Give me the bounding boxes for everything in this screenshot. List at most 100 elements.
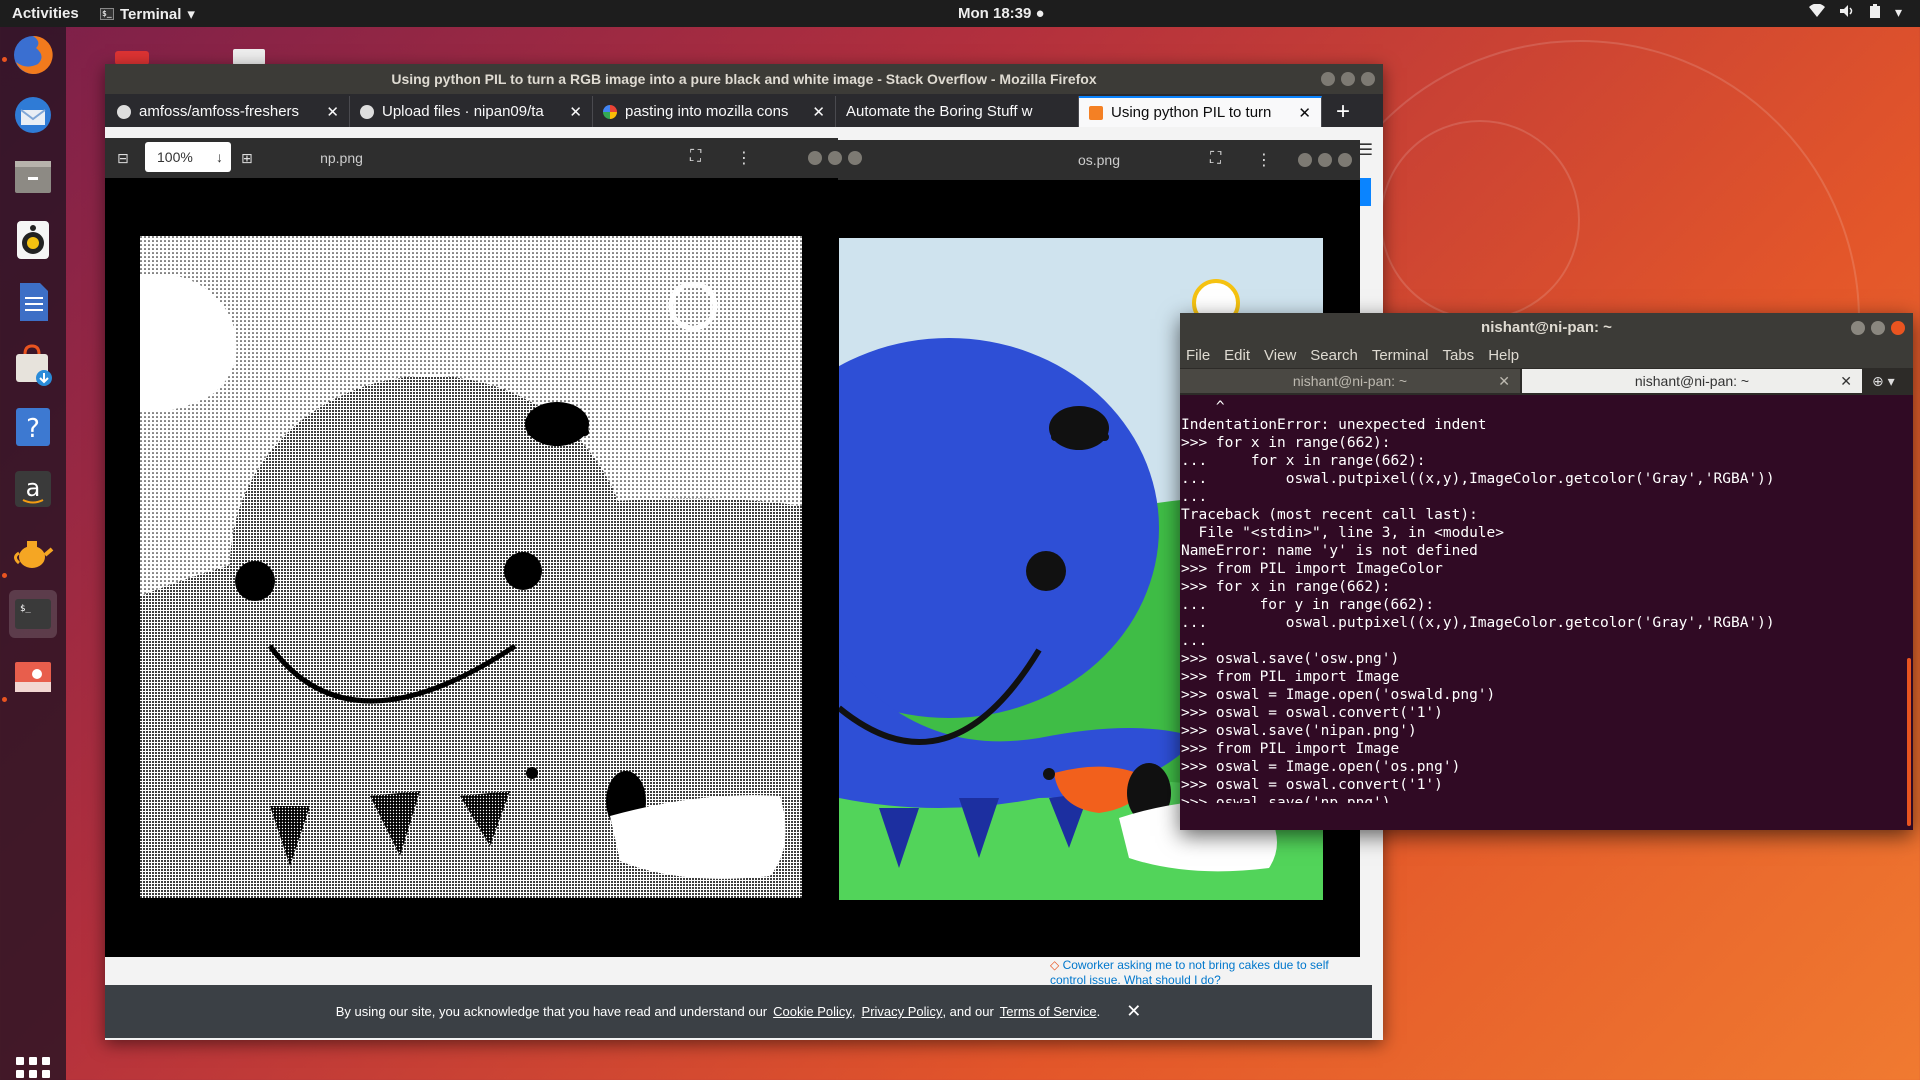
hot-question-text: Coworker asking me to not bring cakes du… bbox=[1050, 958, 1329, 987]
terminal-titlebar[interactable]: nishant@ni-pan: ~ bbox=[1180, 313, 1913, 343]
os-viewer-header[interactable]: os.png ⛶ ⋮ bbox=[838, 140, 1360, 180]
close-icon[interactable]: ✕ bbox=[569, 103, 582, 121]
minimize-button[interactable] bbox=[1298, 153, 1312, 167]
menu-help[interactable]: Help bbox=[1488, 347, 1519, 364]
terminal-line: >>> from PIL import ImageColor bbox=[1181, 561, 1443, 577]
help-icon: ? bbox=[16, 408, 50, 446]
close-button[interactable] bbox=[848, 151, 862, 165]
cookie-sep: , bbox=[851, 1004, 856, 1019]
app-menu-label: Terminal bbox=[120, 5, 182, 23]
terminal-tab-2[interactable]: nishant@ni-pan: ~ ✕ bbox=[1522, 369, 1862, 393]
minimize-button[interactable] bbox=[1321, 72, 1335, 86]
minimize-button[interactable] bbox=[1851, 321, 1865, 335]
terminal-line: IndentationError: unexpected indent bbox=[1181, 417, 1487, 433]
close-button[interactable] bbox=[1891, 321, 1905, 335]
terminal-icon: $_ bbox=[100, 8, 114, 20]
close-icon[interactable]: ✕ bbox=[812, 103, 825, 121]
tab-amfoss[interactable]: amfoss/amfoss-freshers ✕ bbox=[107, 96, 350, 127]
terminal-line: ... bbox=[1181, 489, 1208, 505]
show-applications-button[interactable] bbox=[16, 1057, 50, 1080]
amazon-launcher[interactable]: a bbox=[9, 465, 57, 513]
tab-automate-boring[interactable]: Automate the Boring Stuff w bbox=[836, 96, 1079, 127]
tab-pasting-mozilla[interactable]: pasting into mozilla cons ✕ bbox=[593, 96, 836, 127]
close-icon[interactable]: ✕ bbox=[1840, 369, 1852, 393]
more-options-icon[interactable]: ⋮ bbox=[736, 148, 752, 168]
teapot-launcher[interactable] bbox=[9, 528, 57, 576]
activities-button[interactable]: Activities bbox=[12, 5, 79, 22]
privacy-policy-link[interactable]: Privacy Policy bbox=[862, 1004, 943, 1019]
tab-label: pasting into mozilla cons bbox=[625, 103, 789, 120]
maximize-button[interactable] bbox=[828, 151, 842, 165]
clock[interactable]: Mon 18:39 ● bbox=[958, 5, 1045, 22]
maximize-button[interactable] bbox=[1318, 153, 1332, 167]
running-indicator bbox=[2, 697, 7, 702]
menu-edit[interactable]: Edit bbox=[1224, 347, 1250, 364]
wifi-icon bbox=[1808, 4, 1825, 17]
firefox-launcher[interactable] bbox=[9, 31, 57, 79]
np-viewer-title: np.png bbox=[320, 150, 363, 166]
close-button[interactable] bbox=[1361, 72, 1375, 86]
window-controls bbox=[808, 151, 862, 165]
battery-icon bbox=[1869, 4, 1880, 18]
cookie-sep-and: , and our bbox=[942, 1004, 994, 1019]
desktop-trash-icon[interactable] bbox=[115, 51, 149, 65]
terminal-tabs: nishant@ni-pan: ~ ✕ nishant@ni-pan: ~ ✕ … bbox=[1180, 368, 1913, 395]
menu-tabs[interactable]: Tabs bbox=[1443, 347, 1475, 364]
fullscreen-icon[interactable]: ⛶ bbox=[1210, 150, 1221, 168]
tab-strip: amfoss/amfoss-freshers ✕ Upload files · … bbox=[105, 94, 1383, 127]
maximize-button[interactable] bbox=[1871, 321, 1885, 335]
cookie-policy-link[interactable]: Cookie Policy bbox=[773, 1004, 852, 1019]
new-tab-button[interactable]: + bbox=[1322, 97, 1364, 127]
hot-question-link[interactable]: ◇ Coworker asking me to not bring cakes … bbox=[1050, 958, 1350, 988]
window-controls bbox=[1851, 321, 1905, 335]
new-terminal-tab-icon[interactable]: ⊕ ▾ bbox=[1864, 369, 1903, 395]
desktop-file-icon[interactable] bbox=[233, 49, 265, 65]
terminal-output[interactable]: ^ IndentationError: unexpected indent >>> … bbox=[1180, 395, 1913, 803]
close-icon[interactable]: ✕ bbox=[1298, 104, 1311, 122]
firefox-titlebar[interactable]: Using python PIL to turn a RGB image int… bbox=[105, 64, 1383, 94]
help-launcher[interactable]: ? bbox=[9, 403, 57, 451]
close-icon[interactable]: ✕ bbox=[326, 103, 339, 121]
minimize-button[interactable] bbox=[808, 151, 822, 165]
app-menu[interactable]: $_ Terminal ▾ bbox=[100, 5, 195, 23]
screenshot-launcher[interactable] bbox=[9, 653, 57, 701]
rhythmbox-launcher[interactable] bbox=[9, 216, 57, 264]
system-status-area[interactable]: ▾ bbox=[1808, 4, 1902, 21]
fullscreen-icon[interactable]: ⛶ bbox=[690, 148, 701, 166]
running-indicator bbox=[2, 57, 7, 62]
menu-terminal[interactable]: Terminal bbox=[1372, 347, 1429, 364]
writer-launcher[interactable] bbox=[9, 278, 57, 326]
terminal-line: >>> oswal.save('osw.png') bbox=[1181, 651, 1400, 667]
running-indicator bbox=[2, 573, 7, 578]
np-viewer-header[interactable]: ⊟ 100% ↓ ⊞ np.png ⛶ ⋮ bbox=[105, 138, 862, 178]
hamburger-menu-icon[interactable]: ☰ bbox=[1359, 140, 1373, 160]
page-blue-button[interactable] bbox=[1359, 178, 1371, 206]
svg-text:$_: $_ bbox=[20, 604, 31, 614]
terminal-line: >>> from PIL import Image bbox=[1181, 741, 1400, 757]
teapot-icon bbox=[14, 541, 54, 568]
terminal-scrollbar[interactable] bbox=[1907, 658, 1911, 826]
menu-file[interactable]: File bbox=[1186, 347, 1210, 364]
close-icon[interactable]: ✕ bbox=[1498, 369, 1510, 393]
more-options-icon[interactable]: ⋮ bbox=[1256, 150, 1272, 170]
terminal-tab-label: nishant@ni-pan: ~ bbox=[1292, 373, 1408, 389]
document-icon bbox=[20, 283, 48, 321]
terminal-line: ... bbox=[1181, 633, 1208, 649]
thunderbird-launcher[interactable] bbox=[9, 91, 57, 139]
terminal-launcher[interactable]: $_ bbox=[9, 590, 57, 638]
cookie-close-button[interactable]: ✕ bbox=[1126, 1001, 1141, 1022]
software-launcher[interactable] bbox=[9, 341, 57, 389]
terminal-tab-label: nishant@ni-pan: ~ bbox=[1634, 373, 1750, 389]
tab-stackoverflow[interactable]: Using python PIL to turn ✕ bbox=[1079, 96, 1322, 127]
maximize-button[interactable] bbox=[1341, 72, 1355, 86]
window-controls bbox=[1321, 72, 1375, 86]
close-button[interactable] bbox=[1338, 153, 1352, 167]
menu-view[interactable]: View bbox=[1264, 347, 1296, 364]
tab-label: Automate the Boring Stuff w bbox=[846, 103, 1033, 120]
terminal-tab-1[interactable]: nishant@ni-pan: ~ ✕ bbox=[1180, 369, 1520, 393]
tab-upload-files[interactable]: Upload files · nipan09/ta ✕ bbox=[350, 96, 593, 127]
terms-of-service-link[interactable]: Terms of Service bbox=[1000, 1004, 1097, 1019]
github-icon bbox=[360, 104, 374, 119]
os-viewer-title: os.png bbox=[1077, 152, 1121, 168]
menu-search[interactable]: Search bbox=[1310, 347, 1358, 364]
